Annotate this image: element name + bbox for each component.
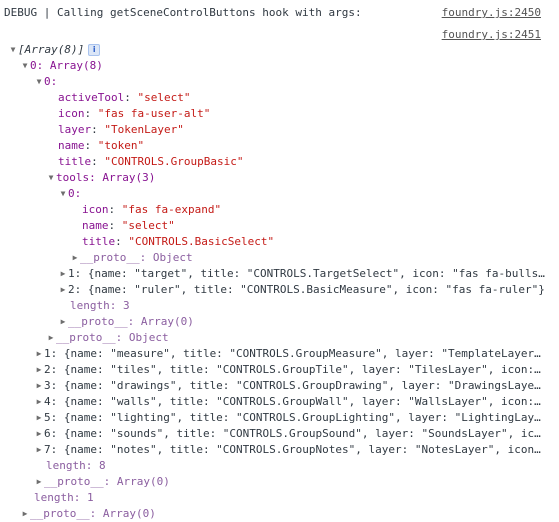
property-key: layer — [58, 123, 92, 136]
info-icon[interactable]: i — [88, 44, 101, 56]
item-0-row[interactable]: ▼ 0: Array(8) — [20, 58, 559, 74]
group-0-row[interactable]: ▼ 0: — [34, 74, 559, 90]
property-key: name — [58, 139, 85, 152]
property-key: name — [82, 219, 109, 232]
tools-length: length: 3 — [70, 299, 130, 312]
debug-message-row: DEBUG | Calling getSceneControlButtons h… — [4, 5, 559, 21]
property-key: icon — [58, 107, 85, 120]
tools-row[interactable]: ▼ tools: Array(3) — [46, 170, 559, 186]
collapsed-triangle-icon[interactable]: ▶ — [34, 442, 44, 458]
expand-triangle-icon[interactable]: ▼ — [8, 42, 18, 58]
property-row: layer: "TokenLayer" — [58, 123, 184, 136]
tool-0-proto-row[interactable]: ▶ __proto__: Object — [70, 250, 559, 266]
expand-triangle-icon[interactable]: ▼ — [20, 58, 30, 74]
property-key: activeTool — [58, 91, 125, 104]
root-length-row: length: 1 — [34, 490, 559, 506]
property-value: "token" — [97, 139, 145, 152]
property-value: "select" — [121, 219, 175, 232]
property-row: icon: "fas fa-user-alt" — [58, 107, 211, 120]
tools-proto-row[interactable]: ▶ __proto__: Array(0) — [58, 314, 559, 330]
property-key: icon — [82, 203, 109, 216]
group-row[interactable]: ▶ 5: {name: "lighting", title: "CONTROLS.… — [34, 410, 559, 426]
collapsed-triangle-icon[interactable]: ▶ — [34, 346, 44, 362]
group-row[interactable]: ▶ 1: {name: "measure", title: "CONTROLS.G… — [34, 346, 559, 362]
group-row[interactable]: ▶ 7: {name: "notes", title: "CONTROLS.Gro… — [34, 442, 559, 458]
group-summary: 3: {name: "drawings", title: "CONTROLS.G… — [44, 379, 541, 392]
tools-label: tools: Array(3) — [56, 171, 156, 184]
property-row: activeTool: "select" — [58, 91, 191, 104]
expand-triangle-icon[interactable]: ▼ — [34, 74, 44, 90]
property-row: name: "token" — [58, 139, 145, 152]
property-row: icon: "fas fa-expand" — [82, 203, 222, 216]
tool-0-label: 0: — [68, 187, 82, 200]
collapsed-triangle-icon[interactable]: ▶ — [34, 362, 44, 378]
proto-label: __proto__: Array(0) — [44, 475, 170, 488]
root-array-label: [Array(8)] — [18, 43, 85, 56]
proto-label: __proto__: Object — [80, 251, 193, 264]
group-0-proto-row[interactable]: ▶ __proto__: Object — [46, 330, 559, 346]
property-value: "CONTROLS.GroupBasic" — [104, 155, 244, 168]
property-key: title — [58, 155, 92, 168]
group-summary: 6: {name: "sounds", title: "CONTROLS.Gro… — [44, 427, 541, 440]
item-0-length: length: 8 — [46, 459, 106, 472]
tool-0-row[interactable]: ▼ 0: — [58, 186, 559, 202]
item-0-label: 0: Array(8) — [30, 59, 103, 72]
proto-label: __proto__: Array(0) — [30, 507, 156, 520]
property-value: "fas fa-user-alt" — [97, 107, 211, 120]
group-row[interactable]: ▶ 3: {name: "drawings", title: "CONTROLS.… — [34, 378, 559, 394]
property-key: title — [82, 235, 116, 248]
tool-1-summary: 1: {name: "target", title: "CONTROLS.Tar… — [68, 267, 545, 280]
source-link[interactable]: foundry.js:2451 — [437, 27, 541, 43]
property-value: "select" — [137, 91, 191, 104]
collapsed-triangle-icon[interactable]: ▶ — [58, 282, 68, 298]
tool-1-row[interactable]: ▶ 1: {name: "target", title: "CONTROLS.Ta… — [58, 266, 559, 282]
collapsed-triangle-icon[interactable]: ▶ — [34, 394, 44, 410]
property-row: title: "CONTROLS.BasicSelect" — [82, 235, 275, 248]
property-value: "CONTROLS.BasicSelect" — [128, 235, 275, 248]
group-row[interactable]: ▶ 2: {name: "tiles", title: "CONTROLS.Gro… — [34, 362, 559, 378]
tool-2-summary: 2: {name: "ruler", title: "CONTROLS.Basi… — [68, 283, 545, 296]
root-array-row[interactable]: ▼ [Array(8)] i — [8, 42, 559, 58]
group-row[interactable]: ▶ 4: {name: "walls", title: "CONTROLS.Gro… — [34, 394, 559, 410]
group-summary: 4: {name: "walls", title: "CONTROLS.Grou… — [44, 395, 541, 408]
collapsed-triangle-icon[interactable]: ▶ — [58, 314, 68, 330]
proto-label: __proto__: Array(0) — [68, 315, 194, 328]
group-0-label: 0: — [44, 75, 58, 88]
group-summary: 7: {name: "notes", title: "CONTROLS.Grou… — [44, 443, 541, 456]
collapsed-triangle-icon[interactable]: ▶ — [34, 426, 44, 442]
collapsed-triangle-icon[interactable]: ▶ — [34, 410, 44, 426]
group-summary: 5: {name: "lighting", title: "CONTROLS.G… — [44, 411, 541, 424]
item-0-proto-row[interactable]: ▶ __proto__: Array(0) — [34, 474, 559, 490]
collapsed-triangle-icon[interactable]: ▶ — [70, 250, 80, 266]
collapsed-triangle-icon[interactable]: ▶ — [34, 378, 44, 394]
group-row[interactable]: ▶ 6: {name: "sounds", title: "CONTROLS.Gr… — [34, 426, 559, 442]
group-summary: 1: {name: "measure", title: "CONTROLS.Gr… — [44, 347, 541, 360]
tools-length-row: length: 3 — [70, 298, 559, 314]
source-link[interactable]: foundry.js:2450 — [437, 5, 541, 21]
property-row: name: "select" — [82, 219, 175, 232]
collapsed-triangle-icon[interactable]: ▶ — [58, 266, 68, 282]
property-value: "fas fa-expand" — [121, 203, 222, 216]
item-0-length-row: length: 8 — [46, 458, 559, 474]
proto-label: __proto__: Object — [56, 331, 169, 344]
expand-triangle-icon[interactable]: ▼ — [58, 186, 68, 202]
tool-2-row[interactable]: ▶ 2: {name: "ruler", title: "CONTROLS.Bas… — [58, 282, 559, 298]
collapsed-triangle-icon[interactable]: ▶ — [34, 474, 44, 490]
group-summary: 2: {name: "tiles", title: "CONTROLS.Grou… — [44, 363, 541, 376]
expand-triangle-icon[interactable]: ▼ — [46, 170, 56, 186]
debug-message: DEBUG | Calling getSceneControlButtons h… — [4, 6, 362, 19]
collapsed-triangle-icon[interactable]: ▶ — [46, 330, 56, 346]
property-value: "TokenLayer" — [104, 123, 184, 136]
root-length: length: 1 — [34, 491, 94, 504]
property-row: title: "CONTROLS.GroupBasic" — [58, 155, 244, 168]
source-link-row: foundry.js:2451 — [0, 27, 559, 43]
